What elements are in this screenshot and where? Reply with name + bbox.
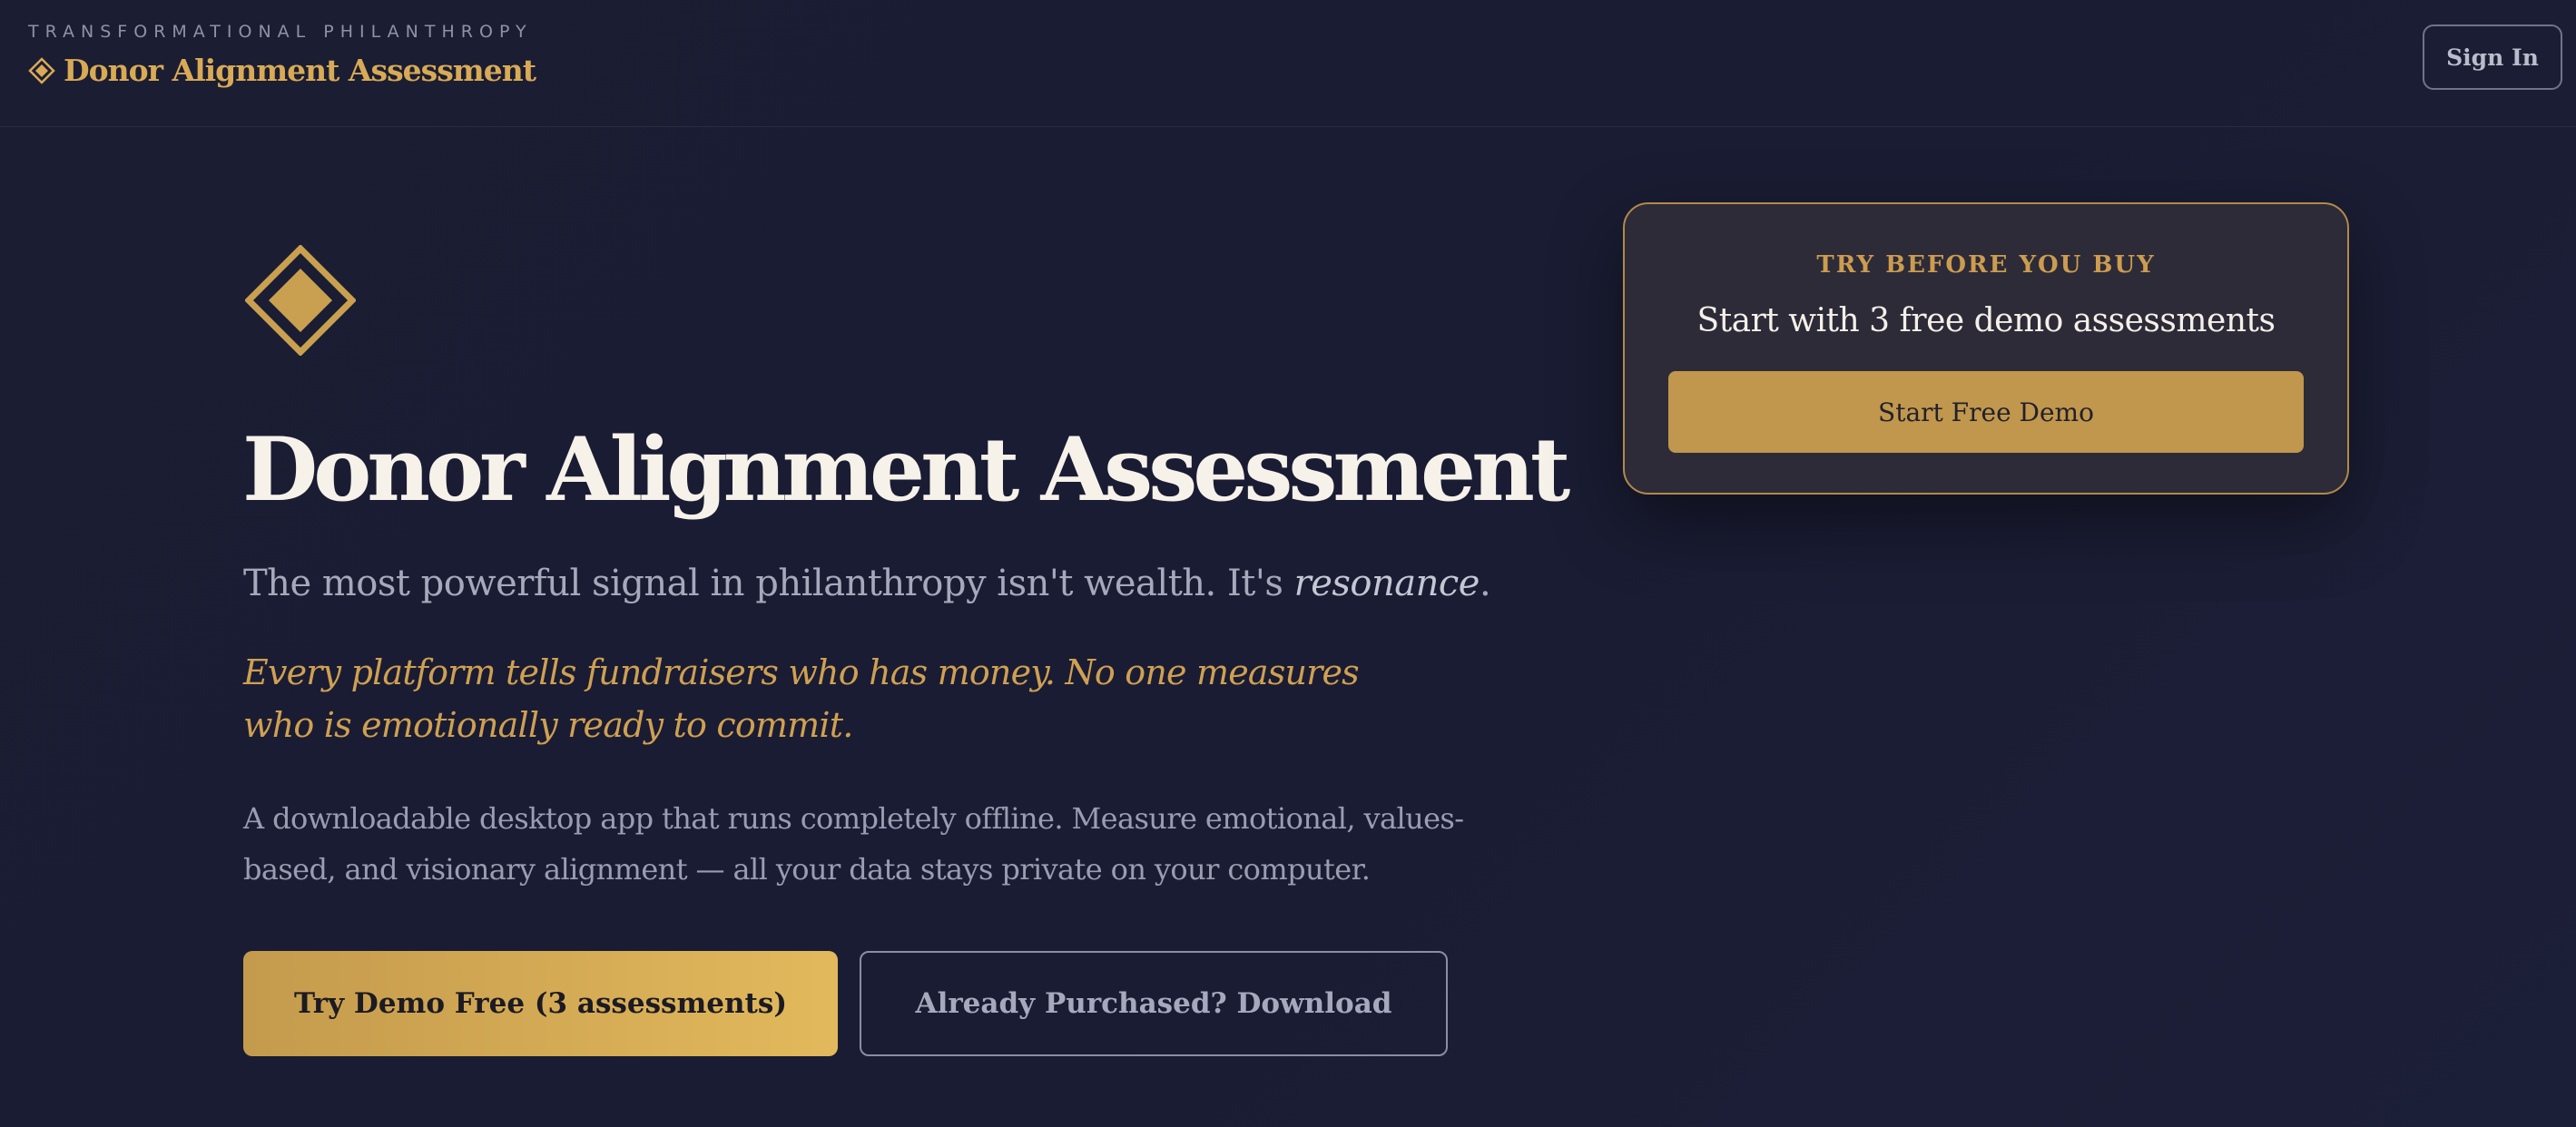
start-free-demo-button[interactable]: Start Free Demo: [1668, 371, 2304, 453]
diamond-logo-icon: [245, 245, 356, 356]
demo-card: TRY BEFORE YOU BUY Start with 3 free dem…: [1623, 202, 2349, 495]
download-button[interactable]: Already Purchased? Download: [860, 951, 1448, 1056]
sign-in-button[interactable]: Sign In: [2423, 24, 2562, 90]
brand-tagline: TRANSFORMATIONAL PHILANTHROPY: [28, 22, 533, 42]
subtitle-suffix: .: [1479, 563, 1491, 604]
diamond-icon: [28, 56, 55, 84]
demo-heading: Start with 3 free demo assessments: [1696, 302, 2276, 339]
demo-eyebrow: TRY BEFORE YOU BUY: [1816, 251, 2156, 279]
subtitle-prefix: The most powerful signal in philanthropy…: [243, 563, 1294, 604]
try-demo-button[interactable]: Try Demo Free (3 assessments): [243, 951, 838, 1056]
brand-link[interactable]: Donor Alignment Assessment: [28, 53, 536, 88]
subtitle-emphasis: resonance: [1293, 563, 1480, 604]
top-bar: TRANSFORMATIONAL PHILANTHROPY Donor Alig…: [0, 0, 2576, 127]
hero-quote: Every platform tells fundraisers who has…: [243, 652, 1360, 745]
hero-subtitle: The most powerful signal in philanthropy…: [243, 563, 1491, 604]
page-title: Donor Alignment Assessment: [242, 418, 1570, 521]
brand-name: Donor Alignment Assessment: [64, 53, 536, 88]
hero-description: A downloadable desktop app that runs com…: [243, 801, 1464, 887]
